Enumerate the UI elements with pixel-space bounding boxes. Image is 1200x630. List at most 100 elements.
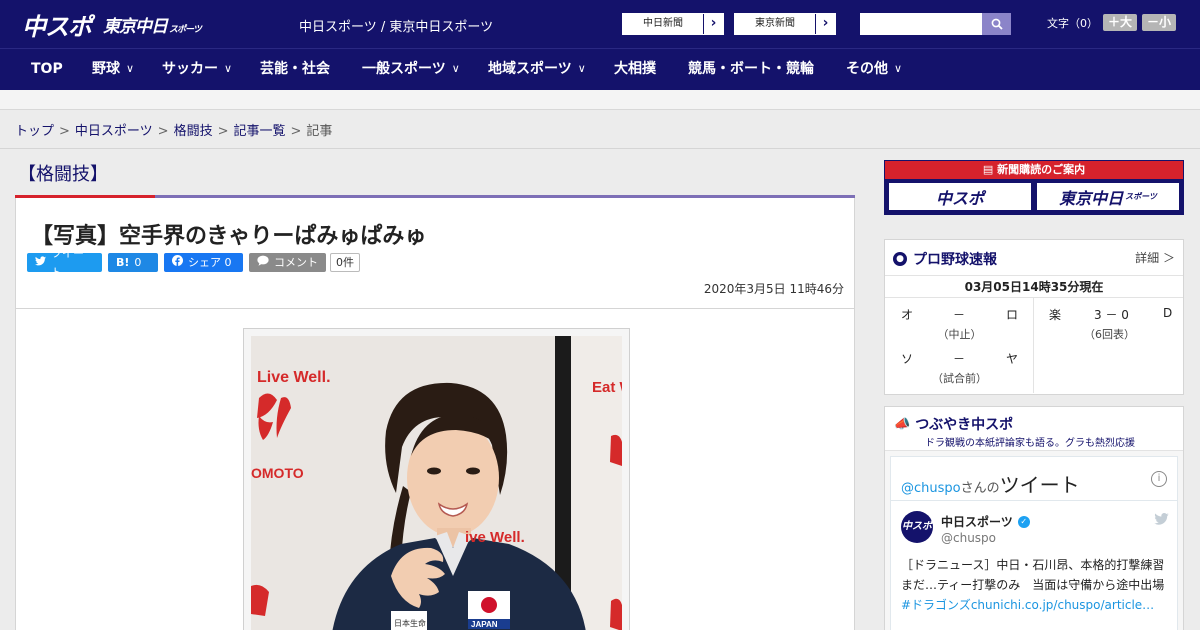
comment-count: 0件 [330,253,360,272]
nav-item-top[interactable]: TOP [31,49,63,90]
subscribe-chuspo-link[interactable]: 中スポ [888,182,1032,211]
font-size-down-button[interactable]: －小 [1142,14,1177,31]
hatena-icon: B! [116,256,130,269]
comment-button[interactable]: コメント [249,253,326,272]
pro-baseball-panel: ● プロ野球速報 詳細 ＞ 03月05日14時35分現在 オ － ロ （中止） ソ… [884,239,1184,395]
nav-item-soccer[interactable]: サッカー ∨ [162,49,232,90]
site-title[interactable]: 中日スポーツ / 東京中日スポーツ [299,16,493,35]
game-row[interactable]: ソ － ヤ [885,347,1034,367]
tweets-header: 📣 つぶやき中スポ ドラ観戦の本紙評論家も語る。グラも熱烈応援 [885,407,1183,451]
breadcrumb-current: 記事 [306,124,333,139]
game-status: （試合前） [932,372,987,385]
site-logo[interactable]: 中スポ 東京中日 スポーツ [22,7,202,42]
twitter-bird-icon[interactable] [1154,513,1169,529]
pro-baseball-timestamp: 03月05日14時35分現在 [885,276,1183,298]
avatar[interactable]: 中スポ [901,511,933,543]
nav-item-label: サッカー [162,61,218,77]
pro-baseball-scores: オ － ロ （中止） ソ － ヤ （試合前） 楽 3 － 0 D （6回表） [885,298,1183,393]
breadcrumb-separator: > [157,124,169,139]
divider [0,148,1200,149]
photo-text-live-well-2: ive Well. [465,529,525,546]
game-status: （6回表） [1084,328,1135,341]
score-column: 楽 3 － 0 D （6回表） [1035,298,1184,393]
twitter-handle-link[interactable]: @chuspo [901,481,961,496]
sub-nav-bar [0,90,1200,110]
nav-item-regional-sports[interactable]: 地域スポーツ ∨ [488,49,586,90]
twitter-title-suffix: さんの [960,481,1000,496]
nav-item-label: TOP [31,61,63,77]
facebook-share-label: シェア [188,256,221,269]
tokyo-shimbun-label: 東京新聞 [755,18,795,29]
search-icon [991,18,1003,30]
tweets-title-label: つぶやき中スポ [915,417,1014,433]
chunichi-shimbun-link[interactable]: 中日新聞 › [622,13,724,35]
breadcrumb-separator: > [290,124,302,139]
top-header: 中スポ 東京中日 スポーツ 中日スポーツ / 東京中日スポーツ 中日新聞 › 東京… [0,0,1200,48]
pro-baseball-header: ● プロ野球速報 詳細 ＞ [885,240,1183,276]
search-box [860,13,1011,35]
info-icon[interactable]: i [1151,471,1167,487]
breadcrumb-link-article-list[interactable]: 記事一覧 [234,124,286,139]
hatena-bookmark-button[interactable]: B! 0 [108,253,158,272]
breadcrumb-link-martial-arts[interactable]: 格闘技 [174,124,213,139]
twitter-embed-header: @chuspoさんのツイート i [891,457,1177,501]
tweet-author-label: 中日スポーツ [941,515,1013,529]
nav-item-general-sports[interactable]: 一般スポーツ ∨ [362,49,460,90]
twitter-icon [35,253,46,272]
verified-icon: ✓ [1017,515,1030,528]
breadcrumb-link-chunichi-sports[interactable]: 中日スポーツ [75,124,153,139]
tweet-text: ［ドラニュース］中日・石川昂、本格的打撃練習まだ…ティー打撃のみ 当面は守備から… [901,555,1171,615]
game-row[interactable]: 楽 3 － 0 D [1035,303,1184,323]
article-photo[interactable]: Live Well. Eat W OMOTO ive Well. JAPAN 日… [251,336,622,630]
font-size-label: 文字（0） [1047,16,1098,30]
game-row[interactable]: オ － ロ [885,303,1034,323]
tweet-author-handle[interactable]: @chuspo [941,531,996,545]
chevron-right-icon: › [703,14,723,34]
subscribe-chuspo-label: 中スポ [935,188,984,208]
logo-chuspo[interactable]: 中スポ [22,7,92,42]
nav-item-label: その他 [846,61,888,77]
chevron-down-icon: ∨ [224,62,233,75]
divider [16,308,854,309]
tweet-link[interactable]: chunichi.co.jp/chuspo/article… [971,598,1154,612]
article-card: 【写真】空手界のきゃりーぱみゅぱみゅ ツイート B! 0 シェア 0 コメント … [15,198,855,630]
home-team: 楽 [1049,308,1062,322]
home-team: ソ [901,352,914,366]
facebook-share-count: 0 [224,256,232,269]
nav-item-entertainment[interactable]: 芸能・社会 [260,49,330,90]
subscription-banner[interactable]: ▤ 新聞購読のご案内 中スポ 東京中日 スポーツ [884,160,1184,215]
search-input[interactable] [860,13,982,35]
nav-item-label: 地域スポーツ [488,61,572,77]
photo-text-eat: Eat W [592,379,622,396]
tweet-button[interactable]: ツイート [27,247,102,279]
tweet-label: ツイート [51,246,84,279]
logo-tokyo-chunichi[interactable]: 東京中日 スポーツ [103,12,202,37]
hatena-count: 0 [134,256,142,269]
home-team: オ [901,308,914,322]
tokyo-shimbun-link[interactable]: 東京新聞 › [734,13,836,35]
photo-text-nihon-seimei: 日本生命 [394,618,426,628]
score-column: オ － ロ （中止） ソ － ヤ （試合前） [885,298,1034,393]
away-team: ヤ [1006,352,1019,366]
facebook-share-button[interactable]: シェア 0 [164,253,243,272]
pro-baseball-details-link[interactable]: 詳細 ＞ [1135,249,1175,266]
tweet-author-name[interactable]: 中日スポーツ ✓ [941,513,1030,530]
tweets-subtitle: ドラ観戦の本紙評論家も語る。グラも熱烈応援 [925,438,1135,449]
nav-item-sumo[interactable]: 大相撲 [614,49,656,90]
comment-label: コメント [274,256,318,269]
subscription-head-label: 新聞購読のご案内 [997,163,1086,176]
font-size-control: 文字（0） ＋大 －小 [1047,14,1177,31]
nav-item-racing[interactable]: 競馬・ボート・競輪 [688,49,814,90]
nav-item-label: 競馬・ボート・競輪 [688,61,814,77]
nav-item-others[interactable]: その他 ∨ [846,49,902,90]
subscribe-tokyo-chunichi-link[interactable]: 東京中日 スポーツ [1036,182,1180,211]
breadcrumb-link-top[interactable]: トップ [15,124,54,139]
search-button[interactable] [982,13,1011,35]
font-size-up-button[interactable]: ＋大 [1103,14,1138,31]
tweet-hashtag[interactable]: #ドラゴンズ [901,598,971,612]
nav-item-baseball[interactable]: 野球 ∨ [92,49,134,90]
newspaper-icon: ▤ [982,163,998,176]
away-team: D [1163,306,1173,320]
breadcrumb-separator: > [217,124,229,139]
pro-baseball-title: ● プロ野球速報 [893,249,997,269]
